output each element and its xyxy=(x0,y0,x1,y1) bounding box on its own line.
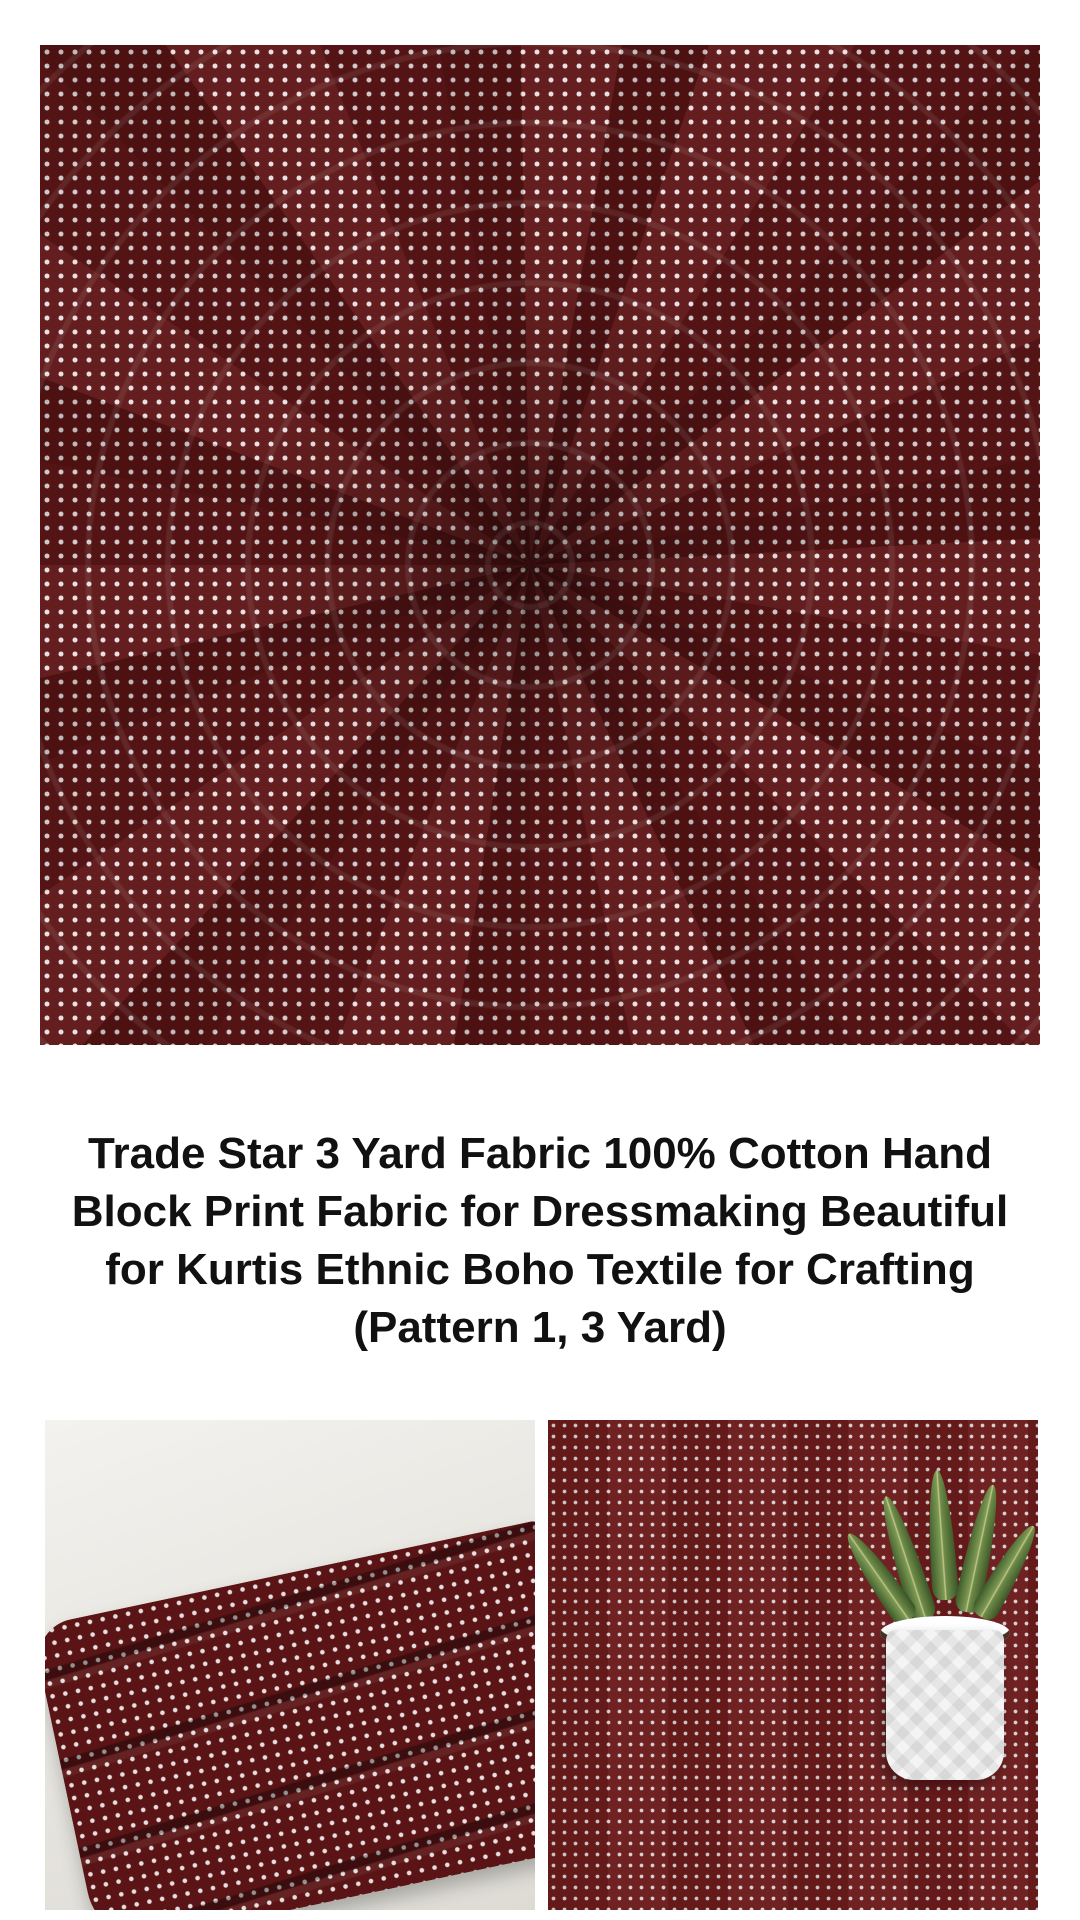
product-title: Trade Star 3 Yard Fabric 100% Cotton Han… xyxy=(71,1129,1009,1352)
folded-fabric-image xyxy=(45,1420,535,1910)
fabric-with-plant-image xyxy=(548,1420,1038,1910)
folded-fabric xyxy=(45,1519,535,1910)
fabric-swirl-shading xyxy=(40,45,1040,1045)
white-plant-pot xyxy=(886,1630,1004,1780)
main-product-image xyxy=(40,45,1040,1045)
